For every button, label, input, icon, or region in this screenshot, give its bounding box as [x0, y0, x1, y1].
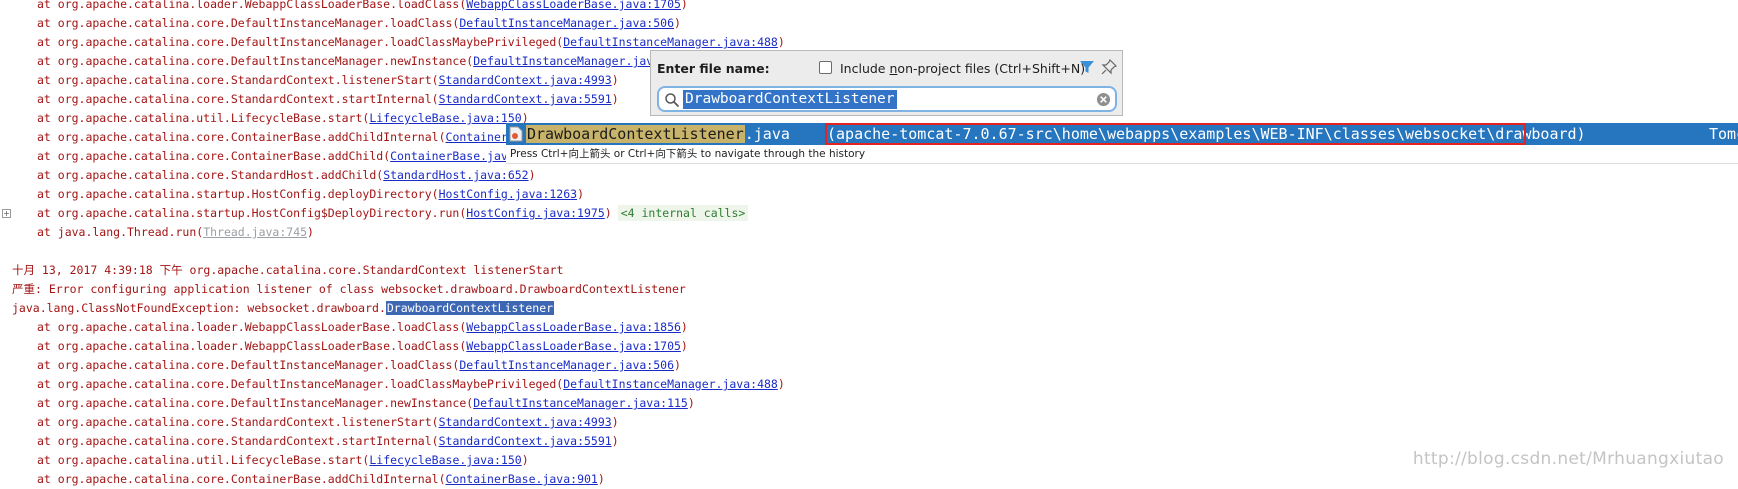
result-file-name: DrawboardContextListener.java	[526, 124, 790, 144]
pin-icon[interactable]	[1101, 59, 1117, 75]
source-link[interactable]: DefaultInstanceManager.java:506	[459, 358, 674, 372]
stack-frame-text: at org.apache.catalina.core.StandardCont…	[37, 415, 432, 429]
selected-class-name[interactable]: DrawboardContextListener	[385, 301, 555, 315]
stack-frame: at org.apache.catalina.core.StandardCont…	[37, 415, 619, 429]
history-hint: Press Ctrl+向上箭头 or Ctrl+向下箭头 to navigate…	[506, 146, 1738, 164]
stack-frame-text: at org.apache.catalina.core.StandardCont…	[37, 434, 432, 448]
source-link[interactable]: HostConfig.java:1975	[466, 206, 604, 220]
source-link[interactable]: WebappClassLoaderBase.java:1856	[466, 320, 681, 334]
stack-frame: at org.apache.catalina.core.ContainerBas…	[37, 149, 549, 163]
source-link[interactable]: WebappClassLoaderBase.java:1705	[466, 339, 681, 353]
stack-frame-text: at org.apache.catalina.core.DefaultInsta…	[37, 35, 557, 49]
stack-frame: at org.apache.catalina.loader.WebappClas…	[0, 0, 688, 14]
stack-frame: at org.apache.catalina.startup.HostConfi…	[37, 187, 585, 201]
watermark: http://blog.csdn.net/Mrhuangxiutao	[1412, 449, 1724, 469]
stack-frame-text: at org.apache.catalina.core.ContainerBas…	[37, 149, 384, 163]
stack-frame: at org.apache.catalina.core.StandardCont…	[37, 434, 619, 448]
stack-frame: at org.apache.catalina.core.DefaultInsta…	[37, 54, 695, 68]
stack-frame: at org.apache.catalina.core.StandardCont…	[37, 92, 619, 106]
stack-frame: at org.apache.catalina.core.ContainerBas…	[37, 472, 605, 486]
stack-frame: at org.apache.catalina.core.DefaultInsta…	[37, 377, 785, 391]
source-link[interactable]: StandardContext.java:5591	[439, 434, 612, 448]
stack-frame-text: at org.apache.catalina.loader.WebappClas…	[37, 0, 460, 11]
source-link[interactable]: DefaultInstanceManager.java:115	[473, 396, 688, 410]
exception-line: java.lang.ClassNotFoundException: websoc…	[0, 299, 555, 318]
stack-frame-text: at org.apache.catalina.core.DefaultInsta…	[37, 54, 467, 68]
result-module: Tomc	[1709, 125, 1738, 143]
stack-frame-text: at org.apache.catalina.startup.HostConfi…	[37, 206, 460, 220]
stack-frame: at org.apache.catalina.loader.WebappClas…	[37, 339, 688, 353]
stack-frame: at org.apache.catalina.core.StandardCont…	[37, 73, 619, 87]
log-line: 十月 13, 2017 4:39:18 下午 org.apache.catali…	[12, 263, 564, 277]
log-line: 严重: Error configuring application listen…	[12, 282, 686, 296]
stack-frame-text: at org.apache.catalina.core.ContainerBas…	[37, 472, 439, 486]
goto-file-popup: Enter file name: Include non-project fil…	[650, 50, 1123, 116]
stack-frame-text: at org.apache.catalina.startup.HostConfi…	[37, 187, 432, 201]
stack-frame: at org.apache.catalina.core.StandardHost…	[37, 168, 536, 182]
source-link[interactable]: ContainerBase.java:901	[446, 472, 598, 486]
result-match: DrawboardContextListener	[526, 125, 745, 143]
stack-frame-text: at org.apache.catalina.loader.WebappClas…	[37, 320, 460, 334]
stack-frame: at org.apache.catalina.util.LifecycleBas…	[37, 453, 529, 467]
filter-icon[interactable]	[1079, 59, 1095, 75]
stack-frame: at org.apache.catalina.startup.HostConfi…	[0, 204, 749, 223]
exception-text: java.lang.ClassNotFoundException: websoc…	[12, 301, 386, 315]
include-non-project-label[interactable]: Include non-project files (Ctrl+Shift+N)	[840, 61, 1085, 76]
stack-frame-text: at org.apache.catalina.core.StandardCont…	[37, 92, 432, 106]
stack-frame-text: at org.apache.catalina.loader.WebappClas…	[37, 339, 460, 353]
source-link[interactable]: StandardContext.java:4993	[439, 73, 612, 87]
path-highlight-box	[825, 123, 1526, 145]
source-link[interactable]: StandardContext.java:5591	[439, 92, 612, 106]
source-link[interactable]: DefaultInstanceManager.java:488	[563, 35, 778, 49]
clear-icon[interactable]	[1096, 92, 1111, 107]
stack-frame-text: at org.apache.catalina.core.DefaultInsta…	[37, 358, 453, 372]
source-link[interactable]: Thread.java:745	[203, 225, 307, 239]
stack-frame: at org.apache.catalina.core.DefaultInsta…	[37, 396, 695, 410]
enter-file-name-label: Enter file name:	[657, 61, 770, 76]
stack-frame: at org.apache.catalina.util.LifecycleBas…	[37, 111, 529, 125]
result-ext: .java	[744, 125, 790, 143]
source-link[interactable]: LifecycleBase.java:150	[369, 111, 521, 125]
stack-frame: at org.apache.catalina.core.ContainerBas…	[0, 128, 584, 147]
stack-frame-text: at org.apache.catalina.core.StandardCont…	[37, 73, 432, 87]
internal-calls-fold[interactable]: <4 internal calls>	[617, 205, 749, 221]
stack-frame-text: at org.apache.catalina.core.DefaultInsta…	[37, 377, 557, 391]
file-name-input[interactable]: DrawboardContextListener	[657, 86, 1117, 112]
source-link[interactable]: LifecycleBase.java:150	[369, 453, 521, 467]
stack-frame-text: at org.apache.catalina.core.ContainerBas…	[37, 130, 439, 144]
file-name-query[interactable]: DrawboardContextListener	[683, 90, 897, 109]
source-link[interactable]: StandardContext.java:4993	[439, 415, 612, 429]
stack-frame-text: at org.apache.catalina.util.LifecycleBas…	[37, 453, 363, 467]
stack-frame: at org.apache.catalina.core.DefaultInsta…	[37, 16, 681, 30]
java-file-icon	[509, 126, 523, 142]
search-icon	[665, 93, 680, 108]
stack-frame-text: at org.apache.catalina.core.StandardHost…	[37, 168, 377, 182]
stack-frame: at org.apache.catalina.loader.WebappClas…	[37, 320, 688, 334]
source-link[interactable]: DefaultInstanceManager.java:488	[563, 377, 778, 391]
source-link[interactable]: WebappClassLoaderBase.java:1705	[466, 0, 681, 11]
include-non-project-checkbox[interactable]	[819, 61, 832, 74]
source-link[interactable]: HostConfig.java:1263	[439, 187, 577, 201]
stack-frame: at java.lang.Thread.run(Thread.java:745)	[37, 225, 314, 239]
source-link[interactable]: StandardHost.java:652	[383, 168, 528, 182]
stack-frame-text: at java.lang.Thread.run	[37, 225, 197, 239]
stack-frame-text: at org.apache.catalina.core.DefaultInsta…	[37, 396, 467, 410]
stack-frame: at org.apache.catalina.core.DefaultInsta…	[37, 358, 681, 372]
file-result-item[interactable]: DrawboardContextListener.java (apache-to…	[506, 123, 1738, 145]
stack-frame-text: at org.apache.catalina.core.DefaultInsta…	[37, 16, 453, 30]
stack-frame-text: at org.apache.catalina.util.LifecycleBas…	[37, 111, 363, 125]
source-link[interactable]: DefaultInstanceManager.java:506	[459, 16, 674, 30]
